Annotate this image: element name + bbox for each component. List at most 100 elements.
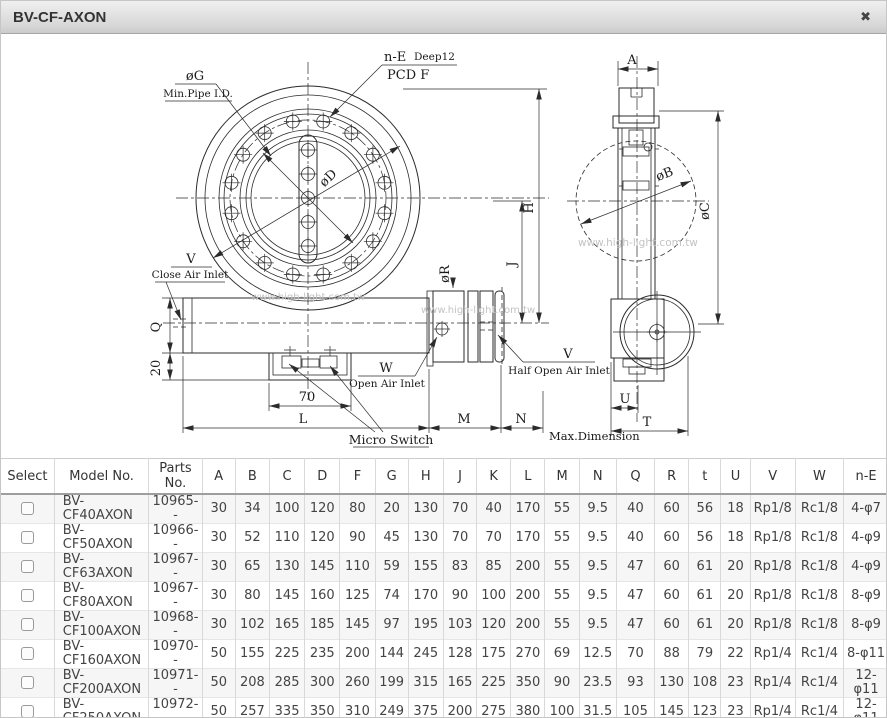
label-w-sub: Open Air Inlet <box>349 378 425 390</box>
value-cell: 155 <box>408 552 444 582</box>
value-cell: 65 <box>235 552 270 582</box>
value-cell: 20 <box>720 552 751 582</box>
value-cell: 100 <box>269 494 306 524</box>
value-cell: 225 <box>476 668 512 698</box>
value-cell: 50 <box>202 639 236 669</box>
value-cell: 10971-- <box>148 668 203 698</box>
value-cell: 30 <box>202 610 236 640</box>
value-cell: 260 <box>339 668 376 698</box>
header-row: Select Model No. Parts No. A B C D F G H J K L M N Q Rt U… <box>1 458 886 495</box>
value-cell: 249 <box>375 697 409 717</box>
value-cell: 120 <box>304 494 341 524</box>
row-checkbox[interactable] <box>20 589 34 602</box>
value-cell: 69 <box>544 639 580 669</box>
value-cell: 30 <box>202 523 236 553</box>
row-checkbox[interactable] <box>20 502 34 515</box>
value-cell: 257 <box>235 697 270 717</box>
value-cell: 47 <box>616 581 656 611</box>
value-cell: 10966-- <box>148 523 203 553</box>
value-cell: 56 <box>688 494 722 524</box>
value-cell: 108 <box>688 668 722 698</box>
column-header: M <box>544 458 580 495</box>
label-og: øG <box>186 69 204 84</box>
row-checkbox[interactable] <box>20 647 34 660</box>
value-cell: 55 <box>544 581 580 611</box>
value-cell: 74 <box>375 581 409 611</box>
value-cell: 195 <box>408 610 444 640</box>
value-cell: Rp1/8 <box>750 610 796 640</box>
value-cell: 40 <box>616 494 656 524</box>
value-cell: 9.5 <box>579 581 617 611</box>
table-row: BV-CF40AXON 10965-- 30 34 100 120 80 20 130 70 40 1… <box>1 494 886 524</box>
value-cell: 20 <box>720 581 751 611</box>
value-cell: 80 <box>339 494 376 524</box>
value-cell: 30 <box>202 552 236 582</box>
value-cell: 10970-- <box>148 639 203 669</box>
table-row: BV-CF200AXON 10971-- 50 208 285 300 260 199 315 1… <box>1 668 886 698</box>
label-20: 20 <box>149 360 164 377</box>
close-icon[interactable]: ✖ <box>860 11 871 24</box>
model-cell: BV-CF100AXON <box>54 610 150 640</box>
value-cell: 56 <box>688 523 722 553</box>
model-cell: BV-CF40AXON <box>54 494 150 524</box>
value-cell: 145 <box>339 610 376 640</box>
select-cell <box>1 552 55 582</box>
column-header: K <box>476 458 512 495</box>
row-checkbox[interactable] <box>20 705 34 717</box>
value-cell: 350 <box>510 668 546 698</box>
value-cell: 70 <box>443 494 478 524</box>
value-cell: 270 <box>510 639 546 669</box>
value-cell: 55 <box>544 494 580 524</box>
column-header: A <box>202 458 236 495</box>
column-header: H <box>408 458 444 495</box>
model-cell: BV-CF50AXON <box>54 523 150 553</box>
value-cell: 8-φ9 <box>843 581 886 611</box>
value-cell: 70 <box>443 523 478 553</box>
label-h: H <box>522 202 537 213</box>
table-row: BV-CF80AXON 10967-- 30 80 145 160 125 74 170 90 10… <box>1 581 886 611</box>
value-cell: 12-φ11 <box>843 697 886 717</box>
value-cell: 90 <box>544 668 580 698</box>
label-m: M <box>457 412 470 427</box>
value-cell: 70 <box>616 639 656 669</box>
column-header: Parts No. <box>148 458 203 495</box>
label-or: øR <box>438 264 453 283</box>
model-cell: BV-CF250AXON <box>54 697 150 717</box>
row-checkbox[interactable] <box>20 676 34 689</box>
value-cell: Rp1/4 <box>750 697 796 717</box>
value-cell: 102 <box>235 610 270 640</box>
select-cell <box>1 610 55 640</box>
value-cell: 60 <box>654 552 690 582</box>
window-title: BV-CF-AXON <box>13 8 107 26</box>
value-cell: 18 <box>720 494 751 524</box>
value-cell: 22 <box>720 639 751 669</box>
value-cell: 335 <box>269 697 306 717</box>
value-cell: 60 <box>654 494 690 524</box>
value-cell: 10968-- <box>148 610 203 640</box>
table-row: BV-CF160AXON 10970-- 50 155 225 235 200 144 245 1… <box>1 639 886 669</box>
value-cell: 170 <box>510 494 546 524</box>
column-header: V <box>750 458 796 495</box>
value-cell: 12-φ11 <box>843 668 886 698</box>
column-header: C <box>269 458 306 495</box>
value-cell: Rc1/8 <box>795 552 845 582</box>
column-header: B <box>235 458 270 495</box>
label-j: J <box>505 261 520 268</box>
value-cell: 175 <box>476 639 512 669</box>
select-cell <box>1 668 55 698</box>
model-cell: BV-CF200AXON <box>54 668 150 698</box>
value-cell: 50 <box>202 697 236 717</box>
value-cell: 245 <box>408 639 444 669</box>
column-header: Select <box>1 458 55 495</box>
row-checkbox[interactable] <box>20 531 34 544</box>
value-cell: 60 <box>654 610 690 640</box>
value-cell: 200 <box>510 581 546 611</box>
row-checkbox[interactable] <box>20 618 34 631</box>
value-cell: 130 <box>408 523 444 553</box>
column-header: G <box>375 458 409 495</box>
value-cell: 208 <box>235 668 270 698</box>
label-a: A <box>626 53 637 68</box>
select-cell <box>1 581 55 611</box>
value-cell: 160 <box>304 581 341 611</box>
row-checkbox[interactable] <box>20 560 34 573</box>
